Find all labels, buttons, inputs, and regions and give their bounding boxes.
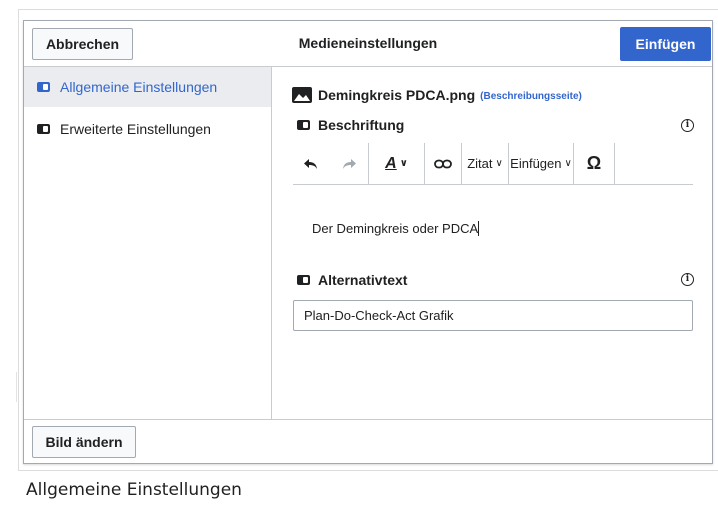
caption-toolbar: A ∨ Zitat ∨ Einfügen ∨ Ω — [293, 142, 693, 185]
caption-editor-text: Der Demingkreis oder PDCA — [312, 221, 479, 236]
info-icon[interactable]: i — [681, 119, 694, 132]
text-style-icon: A — [385, 154, 397, 172]
alt-text-input[interactable] — [293, 300, 693, 331]
dialog-header: Abbrechen Medieneinstellungen Einfügen — [24, 21, 712, 67]
insert-menu-label: Einfügen — [510, 156, 562, 171]
insert-menu-button[interactable]: Einfügen ∨ — [509, 142, 574, 185]
caption-editor[interactable]: Der Demingkreis oder PDCA — [312, 221, 480, 236]
panel-toggle-icon — [297, 275, 310, 285]
redo-icon[interactable] — [329, 142, 369, 185]
settings-sidebar: Allgemeine Einstellungen Erweiterte Eins… — [24, 67, 272, 420]
chevron-down-icon: ∨ — [495, 158, 503, 169]
description-page-link[interactable]: (Beschreibungsseite) — [480, 91, 582, 102]
text-style-button[interactable]: A ∨ — [369, 142, 425, 185]
undo-icon[interactable] — [293, 143, 329, 185]
sidebar-item-general[interactable]: Allgemeine Einstellungen — [24, 67, 271, 107]
quote-menu-button[interactable]: Zitat ∨ — [462, 142, 509, 185]
link-icon[interactable] — [425, 142, 462, 185]
sidebar-item-advanced[interactable]: Erweiterte Einstellungen — [24, 109, 271, 149]
file-info: Demingkreis PDCA.png (Beschreibungsseite… — [292, 87, 582, 103]
alt-text-label-text: Alternativtext — [318, 272, 408, 288]
panel-toggle-icon — [297, 120, 310, 130]
chevron-down-icon: ∨ — [564, 158, 572, 169]
quote-menu-label: Zitat — [467, 156, 493, 171]
chevron-down-icon: ∨ — [399, 158, 408, 169]
panel-toggle-icon — [37, 124, 50, 134]
dialog-footer: Bild ändern — [24, 419, 712, 463]
sidebar-item-label: Erweiterte Einstellungen — [60, 121, 211, 137]
image-icon — [292, 87, 312, 103]
sidebar-item-label: Allgemeine Einstellungen — [60, 79, 218, 95]
settings-main-panel: Demingkreis PDCA.png (Beschreibungsseite… — [273, 67, 713, 420]
caption-label: Beschriftung — [297, 117, 404, 133]
text-cursor — [478, 221, 480, 236]
insert-button[interactable]: Einfügen — [620, 27, 711, 61]
file-name: Demingkreis PDCA.png — [318, 87, 476, 103]
dialog-title: Medieneinstellungen — [298, 35, 438, 51]
info-icon[interactable]: i — [681, 273, 694, 286]
alt-text-label: Alternativtext — [297, 272, 407, 288]
divider — [16, 372, 17, 402]
special-character-icon[interactable]: Ω — [574, 142, 615, 185]
media-settings-dialog: Abbrechen Medieneinstellungen Einfügen A… — [23, 20, 713, 464]
change-image-button[interactable]: Bild ändern — [32, 426, 136, 458]
figure-caption: Allgemeine Einstellungen — [26, 480, 242, 500]
caption-label-text: Beschriftung — [318, 117, 405, 133]
panel-toggle-icon — [37, 82, 50, 92]
